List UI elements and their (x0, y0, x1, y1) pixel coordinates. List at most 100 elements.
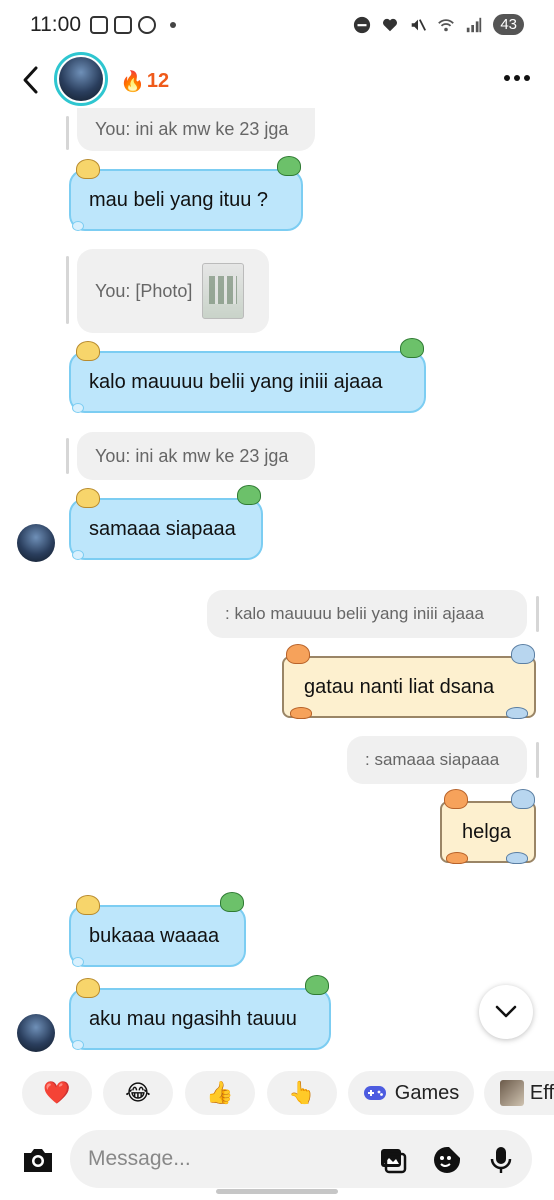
reply-quote[interactable]: You: ini ak mw ke 23 jga (77, 108, 315, 151)
reply-quote[interactable]: You: ini ak mw ke 23 jga (77, 432, 315, 480)
more-options-icon[interactable] (504, 75, 530, 81)
paw-sticker-icon (290, 707, 312, 719)
dog-sticker-icon (511, 644, 535, 664)
sender-avatar[interactable] (17, 1014, 55, 1052)
message-bubble[interactable]: kalo mauuuu belii yang iniii ajaaa (69, 351, 426, 413)
point-up-reaction-button[interactable]: 👆 (267, 1071, 337, 1115)
avatar-image (59, 57, 103, 101)
scroll-to-bottom-button[interactable] (479, 985, 533, 1039)
gallery-icon[interactable] (378, 1145, 408, 1175)
back-arrow-icon[interactable] (18, 62, 44, 98)
bubble-dot-icon (72, 550, 84, 560)
cat-sticker-icon (444, 789, 468, 809)
chevron-down-icon (495, 1005, 517, 1018)
streak-badge: 🔥 12 (120, 69, 169, 94)
battery-indicator: 43 (493, 14, 524, 35)
reply-quote[interactable]: : samaaa siapaaa (347, 736, 527, 784)
bubble-dot-icon (72, 957, 84, 967)
wifi-icon (438, 18, 455, 31)
message-bubble[interactable]: gatau nanti liat dsana (282, 656, 536, 718)
bubble-dot-icon (72, 221, 84, 231)
message-text: gatau nanti liat dsana (304, 675, 495, 698)
paw-sticker-icon (446, 852, 468, 864)
signal-icon (467, 17, 482, 32)
fire-icon: 🔥 (120, 71, 145, 93)
paw-sticker-icon (506, 707, 528, 719)
chat-header: 🔥 12 (0, 52, 554, 108)
message-text: mau beli yang ituu ? (89, 188, 269, 211)
status-time: 11:00 (30, 13, 81, 36)
effects-label: Eff (529, 1081, 554, 1104)
joy-icon: 😂 (125, 1080, 151, 1105)
do-not-disturb-icon (354, 16, 371, 33)
frog-sticker-icon (277, 156, 301, 176)
status-bar: 11:00 43 (0, 0, 554, 52)
message-text: kalo mauuuu belii yang iniii ajaaa (89, 370, 383, 393)
reply-quote[interactable]: : kalo mauuuu belii yang iniii ajaaa (207, 590, 527, 638)
frog-sticker-icon (237, 485, 261, 505)
frog-sticker-icon (220, 892, 244, 912)
thumbs-up-reaction-button[interactable]: 👍 (185, 1071, 255, 1115)
sticker-icon[interactable] (432, 1145, 462, 1175)
photo-thumbnail[interactable] (202, 263, 245, 319)
chick-sticker-icon (76, 978, 100, 998)
message-input[interactable] (88, 1130, 348, 1188)
chick-sticker-icon (76, 895, 100, 915)
dog-sticker-icon (511, 789, 535, 809)
system-icons: 43 (353, 14, 524, 35)
chick-sticker-icon (76, 159, 100, 179)
message-text: helga (462, 820, 511, 843)
frog-sticker-icon (305, 975, 329, 995)
point-up-icon: 👆 (288, 1080, 316, 1105)
heart-status-icon (383, 18, 398, 31)
thumbs-up-icon: 👍 (206, 1080, 234, 1105)
cat-sticker-icon (286, 644, 310, 664)
effects-thumbnail-icon (500, 1080, 524, 1106)
quick-reactions-bar: ❤️ 😂 👍 👆 Games Eff (0, 1071, 554, 1115)
more-notifications-icon (170, 22, 176, 28)
message-text: aku mau ngasihh tauuu (89, 1007, 297, 1030)
reply-quote-text: : samaaa siapaaa (365, 750, 500, 769)
reply-bar (66, 256, 69, 324)
paw-sticker-icon (506, 852, 528, 864)
message-text: samaaa siapaaa (89, 517, 236, 540)
sender-avatar[interactable] (17, 524, 55, 562)
chick-sticker-icon (76, 488, 100, 508)
frog-sticker-icon (400, 338, 424, 358)
streak-count: 12 (146, 70, 170, 92)
message-bubble[interactable]: aku mau ngasihh tauuu (69, 988, 331, 1050)
effects-button[interactable]: Eff (484, 1071, 554, 1115)
message-bubble[interactable]: samaaa siapaaa (69, 498, 263, 560)
message-composer (70, 1130, 532, 1188)
message-bubble[interactable]: bukaaa waaaa (69, 905, 246, 967)
joy-reaction-button[interactable]: 😂 (103, 1071, 173, 1115)
line-notification-icon (138, 16, 156, 34)
bubble-dot-icon (72, 1040, 84, 1050)
message-bubble[interactable]: mau beli yang ituu ? (69, 169, 303, 231)
bubble-dot-icon (72, 403, 84, 413)
notification-icons (90, 16, 176, 34)
reply-bar (66, 438, 69, 474)
games-label: Games (394, 1081, 460, 1104)
reply-quote-photo[interactable]: You: [Photo] (77, 249, 269, 333)
contact-avatar[interactable] (54, 52, 108, 106)
instagram-notification-icon (114, 16, 132, 34)
home-indicator (216, 1189, 338, 1194)
reply-bar (536, 742, 539, 778)
reply-quote-text: You: [Photo] (95, 280, 193, 301)
reply-bar (66, 116, 69, 150)
reply-quote-text: : kalo mauuuu belii yang iniii ajaaa (225, 604, 484, 623)
chick-sticker-icon (76, 341, 100, 361)
mute-icon (412, 18, 427, 31)
heart-reaction-button[interactable]: ❤️ (22, 1071, 92, 1115)
reply-bar (536, 596, 539, 632)
microphone-icon[interactable] (486, 1145, 516, 1175)
games-button[interactable]: Games (348, 1071, 474, 1115)
gallery-notification-icon (90, 16, 108, 34)
message-text: bukaaa waaaa (89, 924, 220, 947)
reply-quote-text: You: ini ak mw ke 23 jga (95, 119, 289, 139)
gamepad-icon (363, 1086, 386, 1100)
heart-icon: ❤️ (43, 1080, 71, 1105)
camera-icon[interactable] (20, 1144, 56, 1176)
reply-quote-text: You: ini ak mw ke 23 jga (95, 445, 289, 466)
